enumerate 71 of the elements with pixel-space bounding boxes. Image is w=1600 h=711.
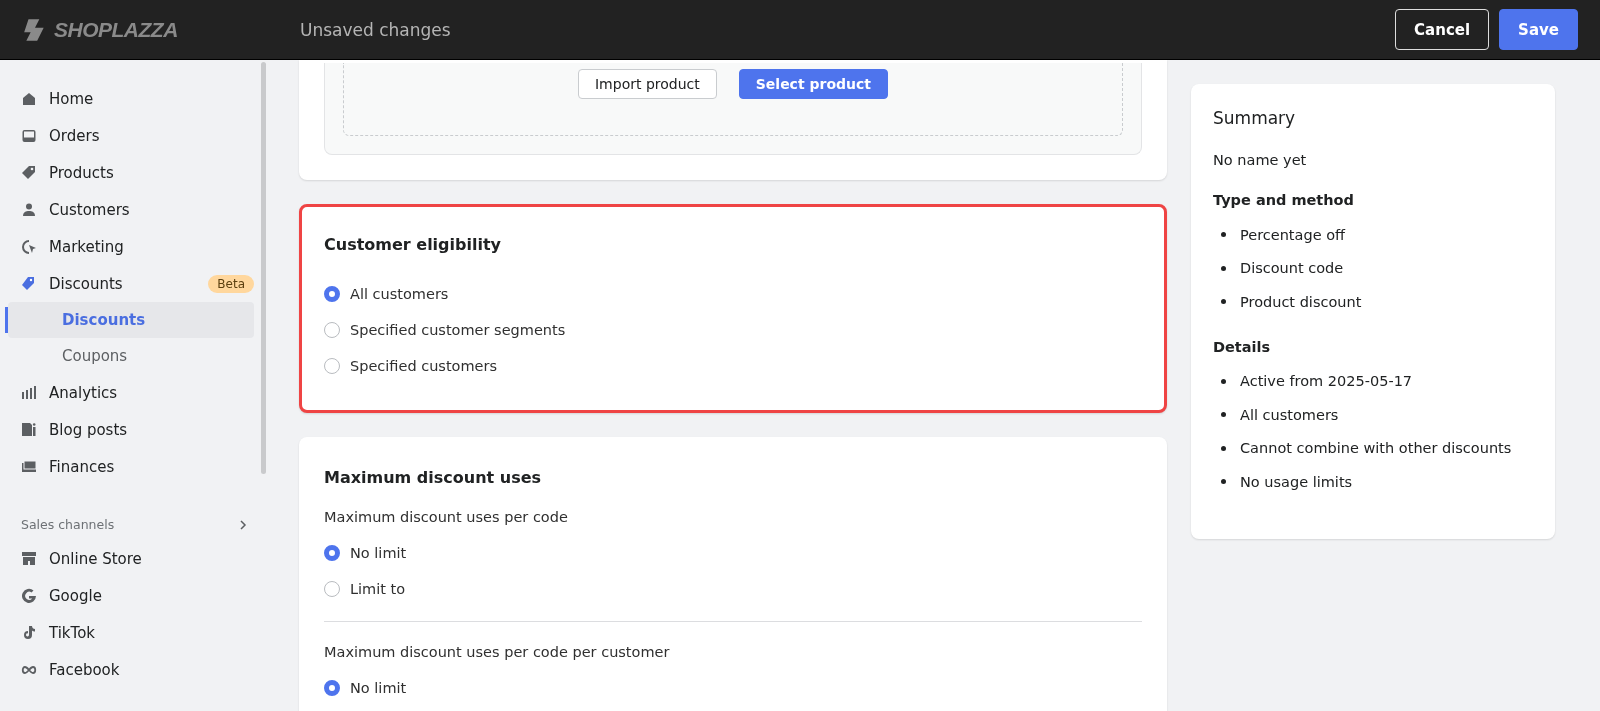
radio-button[interactable] — [324, 358, 340, 374]
save-button[interactable]: Save — [1499, 9, 1578, 50]
document-icon — [21, 421, 37, 438]
bar-chart-icon — [21, 384, 37, 401]
nav-subitem[interactable]: Coupons — [8, 338, 254, 374]
bullet-icon — [1221, 412, 1226, 418]
import-product-button[interactable]: Import product — [578, 69, 717, 99]
card-title: Customer eligibility — [324, 235, 503, 254]
bullet-icon — [1221, 479, 1226, 485]
radio-button[interactable] — [324, 680, 340, 696]
radio-option[interactable]: No limit — [324, 670, 1142, 706]
nav-item[interactable]: Google — [0, 577, 254, 614]
cursor-icon — [21, 238, 37, 255]
nav-item[interactable]: Facebook — [0, 651, 254, 688]
radio-button[interactable] — [324, 545, 340, 561]
summary-item: All customers — [1240, 406, 1339, 423]
radio-option[interactable]: No limit — [324, 535, 1142, 571]
nav-item[interactable]: Discounts Beta — [0, 265, 254, 302]
nav-item[interactable]: Analytics — [0, 374, 254, 411]
select-product-button[interactable]: Select product — [738, 69, 888, 99]
section-heading: Details — [1213, 338, 1272, 355]
summary-item: No usage limits — [1240, 473, 1353, 490]
card-title: Maximum discount uses — [324, 468, 543, 487]
nav-item[interactable]: Marketing — [0, 228, 254, 265]
bullet-icon — [1221, 265, 1226, 271]
nav-item[interactable]: Online Store — [0, 540, 254, 577]
nav-item[interactable]: Home — [0, 80, 254, 117]
beta-badge: Beta — [208, 274, 254, 293]
nav-item[interactable]: Blog posts — [0, 411, 254, 448]
scrollbar[interactable] — [261, 62, 266, 474]
tag-icon — [21, 164, 37, 181]
radio-option[interactable]: Limit to — [324, 571, 1142, 607]
bullet-icon — [1221, 378, 1226, 384]
radio-button[interactable] — [324, 322, 340, 338]
field-label: Maximum discount uses per code per customer — [324, 644, 671, 660]
letter-g-icon — [21, 587, 37, 604]
summary-item: Discount code — [1240, 260, 1344, 277]
radio-option[interactable]: Specified customer segments — [324, 312, 1142, 348]
radio-option[interactable]: Specified customers — [324, 348, 1142, 384]
card-title: Summary — [1213, 108, 1297, 128]
nav-subitem[interactable]: Discounts — [8, 302, 254, 338]
section-heading: Type and method — [1213, 192, 1355, 208]
radio-button[interactable] — [324, 286, 340, 302]
home-icon — [21, 90, 37, 107]
bullet-icon — [1221, 232, 1226, 238]
bullet-icon — [1221, 445, 1226, 451]
nav-item[interactable]: Products — [0, 154, 254, 191]
money-icon — [21, 458, 37, 475]
inbox-icon — [21, 127, 37, 144]
brand-name: SHOPLAZZA — [54, 17, 178, 42]
section-heading: Sales channels — [21, 517, 115, 532]
summary-item: Active from 2025-05-17 — [1240, 373, 1413, 390]
bullet-icon — [1221, 299, 1226, 305]
nav-item[interactable]: Customers — [0, 191, 254, 228]
person-icon — [21, 201, 37, 218]
radio-option[interactable]: All customers — [324, 276, 1142, 312]
nav-item[interactable]: TikTok — [0, 614, 254, 651]
music-note-icon — [21, 624, 37, 641]
chevron-right-icon[interactable] — [238, 519, 248, 530]
nav-item[interactable]: Finances — [0, 448, 254, 485]
radio-button[interactable] — [324, 581, 340, 597]
page-status: Unsaved changes — [300, 19, 452, 40]
discount-tag-icon — [21, 275, 37, 292]
summary-item: Percentage off — [1240, 226, 1346, 243]
discount-name: No name yet — [1213, 152, 1308, 168]
summary-item: Product discount — [1240, 293, 1362, 310]
summary-item: Cannot combine with other discounts — [1240, 440, 1512, 457]
field-label: Maximum discount uses per code — [324, 509, 569, 525]
nav-item[interactable]: Orders — [0, 117, 254, 154]
store-icon — [21, 550, 37, 567]
cancel-button[interactable]: Cancel — [1395, 9, 1490, 50]
